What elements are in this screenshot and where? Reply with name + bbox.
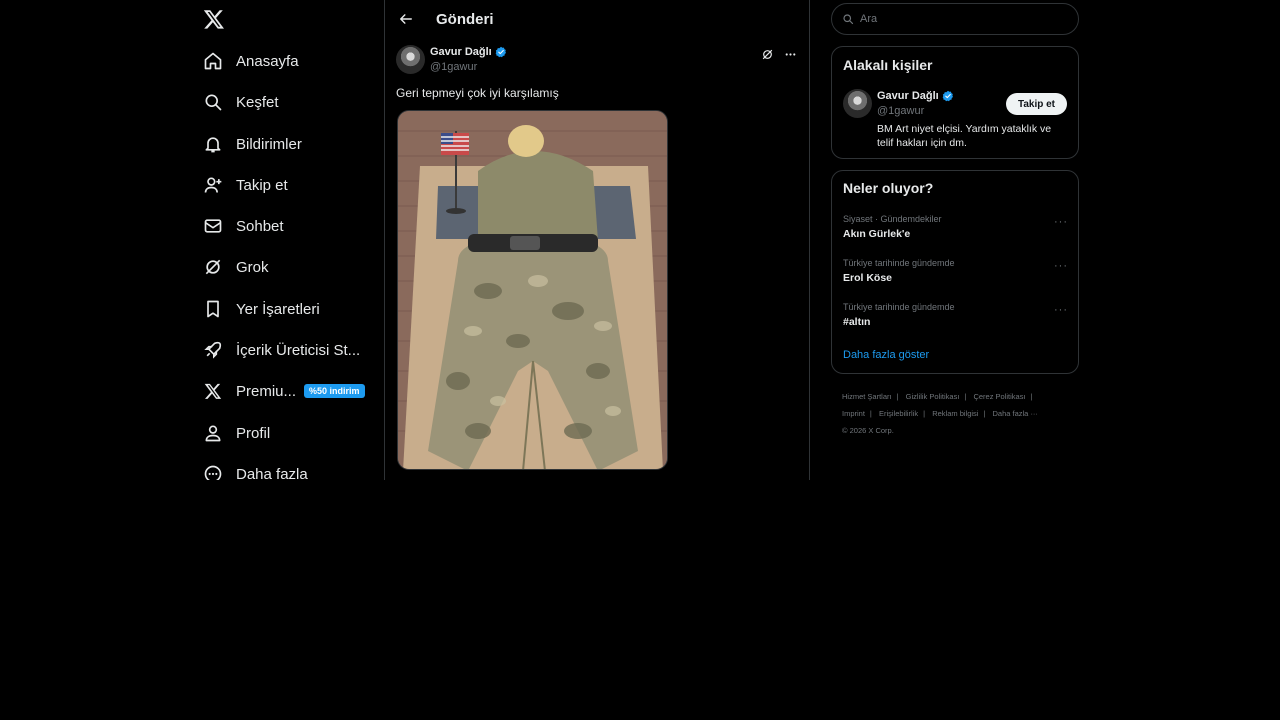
nav-item-label: Premiu... bbox=[236, 382, 297, 400]
trend-item[interactable]: Siyaset · Gündemdekiler Akın Gürlek'e ··… bbox=[843, 214, 1068, 250]
separator: | bbox=[964, 392, 967, 401]
trend-category: Türkiye tarihinde gündemde bbox=[843, 258, 955, 268]
separator: | bbox=[983, 409, 986, 418]
nav-item-label: Yer İşaretleri bbox=[236, 300, 320, 318]
search-input[interactable] bbox=[860, 13, 1060, 25]
discount-badge: %50 indirim bbox=[304, 384, 365, 398]
show-more-link[interactable]: Daha fazla göster bbox=[843, 349, 929, 361]
nav-item-profile[interactable]: Profil bbox=[190, 415, 380, 451]
separator: | bbox=[869, 409, 872, 418]
post-text: Geri tepmeyi çok iyi karşılamış bbox=[396, 86, 559, 100]
verified-badge-icon bbox=[495, 46, 506, 58]
search-icon bbox=[201, 90, 225, 114]
nav-item-label: Keşfet bbox=[236, 93, 279, 111]
nav-item-more[interactable]: Daha fazla bbox=[190, 456, 380, 480]
nav-item-home[interactable]: Anasayfa bbox=[190, 43, 380, 79]
card-title: Alakalı kişiler bbox=[843, 57, 933, 73]
rocket-icon bbox=[201, 338, 225, 362]
nav-item-label: Sohbet bbox=[236, 217, 284, 235]
related-bio: BM Art niyet elçisi. Yardım yataklık ve … bbox=[877, 123, 1052, 149]
footer-link[interactable]: Gizlilik Politikası bbox=[906, 392, 960, 401]
post-actions bbox=[760, 47, 797, 61]
bell-icon bbox=[201, 132, 225, 156]
follow-button[interactable]: Takip et bbox=[1005, 93, 1067, 115]
post-image[interactable] bbox=[397, 110, 668, 470]
nav-item-premium[interactable]: Premiu... %50 indirim bbox=[190, 373, 380, 409]
x-logo-icon[interactable] bbox=[203, 8, 225, 30]
footer-link[interactable]: Imprint bbox=[842, 409, 865, 418]
nav-item-label: Bildirimler bbox=[236, 135, 302, 153]
nav-item-follow[interactable]: Takip et bbox=[190, 167, 380, 203]
envelope-icon bbox=[201, 214, 225, 238]
nav-item-grok[interactable]: Grok bbox=[190, 249, 380, 285]
nav-item-label: Anasayfa bbox=[236, 52, 299, 70]
nav-item-bookmarks[interactable]: Yer İşaretleri bbox=[190, 291, 380, 327]
card-title: Neler oluyor? bbox=[843, 180, 934, 196]
right-sidebar: Alakalı kişiler Gavur Dağlı @1gawur BM A… bbox=[831, 0, 1080, 440]
more-options-icon[interactable]: ··· bbox=[1054, 304, 1068, 316]
avatar[interactable] bbox=[396, 45, 425, 74]
separator: | bbox=[1030, 392, 1033, 401]
post-header-bar: Gönderi bbox=[385, 0, 809, 38]
footer-link[interactable]: Çerez Politikası bbox=[973, 392, 1025, 401]
nav-item-chat[interactable]: Sohbet bbox=[190, 208, 380, 244]
trend-name: #altın bbox=[843, 316, 871, 328]
trends-card: Neler oluyor? Siyaset · Gündemdekiler Ak… bbox=[831, 170, 1079, 374]
nav-item-label: Profil bbox=[236, 424, 271, 442]
separator: | bbox=[896, 392, 899, 401]
arrow-left-icon bbox=[400, 14, 412, 24]
x-logo-icon bbox=[201, 379, 225, 403]
footer-link[interactable]: Hizmet Şartları bbox=[842, 392, 892, 401]
home-icon bbox=[201, 49, 225, 73]
page-title: Gönderi bbox=[436, 10, 494, 28]
more-options-icon[interactable] bbox=[783, 47, 797, 61]
grok-icon[interactable] bbox=[760, 47, 774, 61]
search-icon bbox=[843, 14, 854, 25]
nav-item-explore[interactable]: Keşfet bbox=[190, 84, 380, 120]
nav-item-creator-studio[interactable]: İçerik Üreticisi St... bbox=[190, 332, 380, 368]
divider bbox=[809, 0, 810, 480]
more-options-icon[interactable]: ··· bbox=[1054, 216, 1068, 228]
person-plus-icon bbox=[201, 173, 225, 197]
trend-item[interactable]: Türkiye tarihinde gündemde Erol Köse ··· bbox=[843, 258, 1068, 294]
post-author: Gavur Dağlı @1gawur bbox=[396, 45, 800, 77]
trend-item[interactable]: Türkiye tarihinde gündemde #altın ··· bbox=[843, 302, 1068, 338]
verified-badge-icon bbox=[942, 90, 953, 102]
related-name-row[interactable]: Gavur Dağlı bbox=[877, 90, 954, 102]
back-button[interactable] bbox=[396, 9, 416, 29]
related-name: Gavur Dağlı bbox=[877, 90, 939, 102]
nav-item-label: İçerik Üreticisi St... bbox=[236, 341, 361, 359]
trend-name: Akın Gürlek'e bbox=[843, 228, 911, 240]
related-people-card: Alakalı kişiler Gavur Dağlı @1gawur BM A… bbox=[831, 46, 1079, 159]
author-handle[interactable]: @1gawur bbox=[430, 61, 477, 73]
author-name-row[interactable]: Gavur Dağlı bbox=[430, 46, 507, 58]
copyright: © 2026 X Corp. bbox=[842, 426, 894, 435]
footer-links: Hizmet Şartları | Gizlilik Politikası | Çe… bbox=[842, 388, 1072, 439]
footer-link[interactable]: Erişilebilirlik bbox=[879, 409, 918, 418]
bookmark-icon bbox=[201, 297, 225, 321]
more-circle-icon bbox=[201, 462, 225, 480]
related-handle[interactable]: @1gawur bbox=[877, 105, 924, 117]
nav-item-label: Grok bbox=[236, 258, 269, 276]
nav-item-notifications[interactable]: Bildirimler bbox=[190, 126, 380, 162]
nav-item-label: Daha fazla bbox=[236, 465, 308, 481]
photo-illustration bbox=[398, 111, 667, 469]
search-bar[interactable] bbox=[831, 3, 1079, 35]
trend-category: Siyaset · Gündemdekiler bbox=[843, 214, 942, 224]
more-options-icon[interactable]: ··· bbox=[1054, 260, 1068, 272]
nav-item-label: Takip et bbox=[236, 176, 288, 194]
post-column: Gönderi Gavur Dağlı @1gawur Geri tepmeyi… bbox=[385, 0, 809, 480]
avatar[interactable] bbox=[843, 89, 872, 118]
person-icon bbox=[201, 421, 225, 445]
trend-category: Türkiye tarihinde gündemde bbox=[843, 302, 955, 312]
separator: | bbox=[923, 409, 926, 418]
trend-name: Erol Köse bbox=[843, 272, 893, 284]
footer-link[interactable]: Daha fazla ··· bbox=[993, 409, 1038, 418]
author-name: Gavur Dağlı bbox=[430, 46, 492, 58]
grok-icon bbox=[201, 255, 225, 279]
footer-link[interactable]: Reklam bilgisi bbox=[932, 409, 978, 418]
left-sidebar: Anasayfa Keşfet Bildirimler Takip et Soh… bbox=[190, 0, 384, 480]
